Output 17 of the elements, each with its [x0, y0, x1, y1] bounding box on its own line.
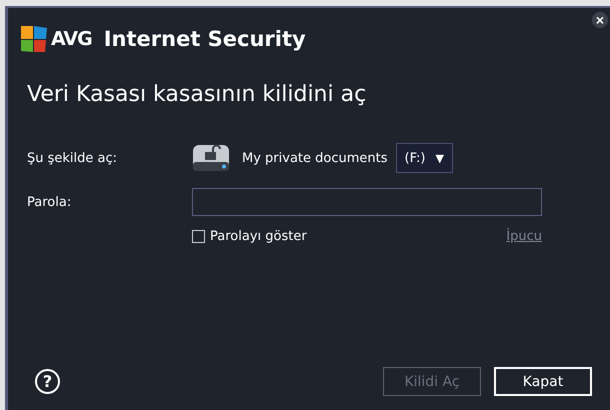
password-field[interactable]: [192, 188, 542, 216]
dialog-heading: Veri Kasası kasasının kilidini aç: [27, 82, 368, 107]
field-label: Şu şekilde aç:: [26, 150, 118, 166]
close-button[interactable]: ×: [592, 12, 608, 28]
drive-icon: [192, 143, 230, 173]
checkbox-icon[interactable]: [192, 230, 205, 243]
vault-name: My private documents: [242, 150, 388, 166]
field-label: Parola:: [26, 194, 72, 210]
brand-name: AVG: [51, 28, 92, 50]
checkbox-label: Parolayı göster: [210, 229, 307, 244]
drive-dropdown[interactable]: (F:) ▼: [396, 143, 453, 173]
dialog-button[interactable]: Kapat: [494, 367, 592, 396]
logo-icon: [19, 24, 49, 54]
product-title: Internet Security: [104, 27, 306, 51]
show-password-checkbox[interactable]: Parolayı göster: [192, 229, 307, 244]
hint-link[interactable]: İpucu: [506, 229, 542, 244]
help-button[interactable]: ?: [35, 369, 60, 394]
